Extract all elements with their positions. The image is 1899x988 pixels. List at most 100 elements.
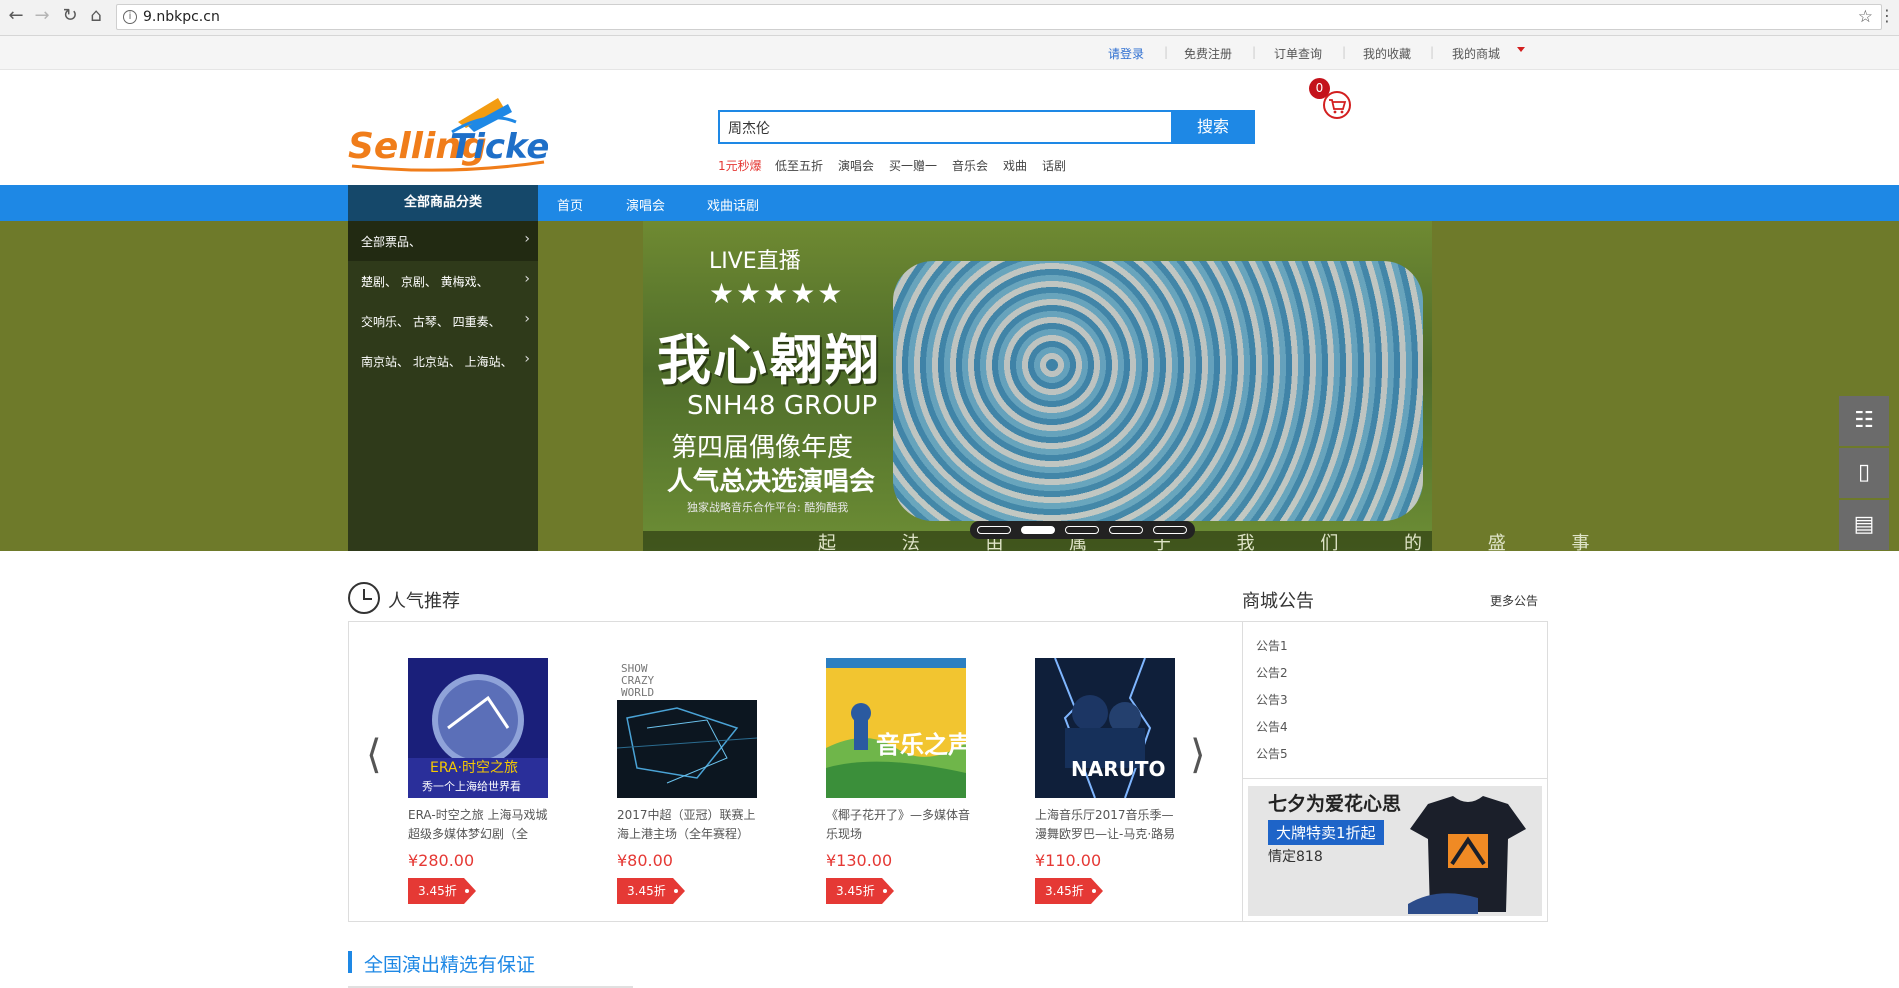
- favorites-link[interactable]: 我的收藏: [1363, 45, 1411, 62]
- product-name[interactable]: 2017中超（亚冠）联赛上海上港主场（全年赛程）: [617, 806, 767, 844]
- hotword-link[interactable]: 1元秒爆: [718, 157, 762, 174]
- login-link[interactable]: 请登录: [1108, 45, 1144, 62]
- product-image[interactable]: ERA·时空之旅 秀一个上海给世界看: [408, 658, 548, 798]
- more-notice-link[interactable]: 更多公告: [1490, 592, 1538, 609]
- address-bar[interactable]: i 9.nbkpc.cn ☆: [116, 4, 1882, 30]
- ad-badge: 大牌特卖1折起: [1268, 820, 1384, 845]
- divider: |: [1342, 45, 1347, 59]
- carousel-dot[interactable]: [1153, 526, 1187, 534]
- product-price: ¥80.00: [617, 851, 673, 870]
- mobile-icon[interactable]: ▯: [1839, 448, 1889, 498]
- forward-icon[interactable]: →: [30, 4, 54, 28]
- product-price: ¥110.00: [1035, 851, 1102, 870]
- divider: |: [1164, 45, 1169, 59]
- svg-text:ERA·时空之旅: ERA·时空之旅: [430, 760, 518, 776]
- banner-stars: ★★★★★: [709, 277, 845, 310]
- hotword-link[interactable]: 话剧: [1042, 157, 1066, 174]
- chevron-down-icon[interactable]: [1517, 47, 1525, 52]
- notice-title: 商城公告: [1242, 591, 1314, 612]
- category-menu: 全部票品、 › 楚剧、 京剧、 黄梅戏、 › 交响乐、 古琴、 四重奏、 › 南…: [348, 221, 538, 551]
- banner-slide[interactable]: LIVE直播 ★★★★★ 我心翱翔 SNH48 GROUP 第四届偶像年度 人气…: [643, 221, 1432, 551]
- site-info-icon[interactable]: i: [123, 10, 137, 24]
- chevron-left-icon[interactable]: ⟨: [366, 735, 382, 775]
- category-item[interactable]: 全部票品、 ›: [348, 221, 538, 261]
- carousel-dot[interactable]: [1065, 526, 1099, 534]
- main-nav: 首页 演唱会 戏曲话剧: [0, 185, 1899, 221]
- category-label: 楚剧、 京剧、 黄梅戏、: [361, 275, 489, 289]
- product-image[interactable]: NARUTO: [1035, 658, 1175, 798]
- hotword-link[interactable]: 演唱会: [838, 157, 874, 174]
- divider: |: [1252, 45, 1257, 59]
- my-mall-link[interactable]: 我的商城: [1452, 45, 1500, 62]
- section-accent-bar: [348, 951, 352, 973]
- banner-photo: [893, 261, 1423, 521]
- product-image[interactable]: SHOW CRAZY WORLD: [617, 658, 757, 798]
- nav-concert[interactable]: 演唱会: [626, 195, 665, 214]
- svg-text:音乐之声: 音乐之声: [876, 731, 966, 759]
- divider: |: [1430, 45, 1435, 59]
- home-icon[interactable]: ⌂: [84, 4, 108, 28]
- bookmark-star-icon[interactable]: ☆: [1858, 7, 1873, 27]
- category-label: 交响乐、 古琴、 四重奏、: [361, 315, 501, 329]
- notice-item[interactable]: 公告4: [1256, 718, 1288, 735]
- product-name[interactable]: 《椰子花开了》—多媒体音乐现场: [826, 806, 976, 844]
- svg-text:NARUTO: NARUTO: [1071, 757, 1166, 781]
- clock-icon: [348, 582, 380, 614]
- discount-tag: 3.45折: [408, 878, 476, 904]
- orders-link[interactable]: 订单查询: [1274, 45, 1322, 62]
- discount-tag: 3.45折: [826, 878, 894, 904]
- site-logo[interactable]: Selling Ticket: [348, 92, 548, 176]
- category-label: 南京站、 北京站、 上海站、: [361, 355, 513, 369]
- document-icon[interactable]: ▤: [1839, 500, 1889, 550]
- banner-group: SNH48 GROUP: [687, 391, 878, 421]
- notice-item[interactable]: 公告2: [1256, 664, 1288, 681]
- tshirt-image: [1408, 796, 1526, 914]
- svg-text:Ticket: Ticket: [450, 127, 548, 167]
- carousel-dot[interactable]: [1021, 526, 1055, 534]
- banner-line2: 人气总决选演唱会: [667, 467, 876, 497]
- qrcode-icon[interactable]: ☷: [1839, 396, 1889, 446]
- banner-line1: 第四届偶像年度: [671, 433, 854, 463]
- chevron-right-icon: ›: [524, 271, 530, 287]
- chevron-right-icon[interactable]: ⟩: [1190, 735, 1206, 775]
- svg-text:WORLD: WORLD: [621, 686, 654, 699]
- carousel-dot[interactable]: [1109, 526, 1143, 534]
- reload-icon[interactable]: ↻: [58, 4, 82, 28]
- notice-item[interactable]: 公告5: [1256, 745, 1288, 762]
- notice-item[interactable]: 公告3: [1256, 691, 1288, 708]
- promo-ad[interactable]: 七夕为爱花心思 大牌特卖1折起 情定818: [1248, 786, 1542, 916]
- product-image[interactable]: 音乐之声: [826, 658, 966, 798]
- cart-count-badge: 0: [1309, 78, 1330, 99]
- hotword-link[interactable]: 戏曲: [1003, 157, 1027, 174]
- register-link[interactable]: 免费注册: [1184, 45, 1232, 62]
- search-input[interactable]: 周杰伦: [718, 110, 1173, 144]
- carousel-dot[interactable]: [977, 526, 1011, 534]
- top-links-bar: 请登录 | 免费注册 | 订单查询 | 我的收藏 | 我的商城: [0, 36, 1899, 70]
- hotword-link[interactable]: 音乐会: [952, 157, 988, 174]
- hotword-link[interactable]: 低至五折: [775, 157, 823, 174]
- browser-toolbar: ← → ↻ ⌂ i 9.nbkpc.cn ☆ ⋮: [0, 0, 1899, 36]
- banner-live-label: LIVE直播: [709, 249, 801, 274]
- carousel-dots: [970, 521, 1195, 539]
- browser-menu-icon[interactable]: ⋮: [1879, 6, 1895, 25]
- section-title: 全国演出精选有保证: [364, 954, 536, 976]
- url-text[interactable]: 9.nbkpc.cn: [143, 9, 220, 25]
- notice-item[interactable]: 公告1: [1256, 637, 1288, 654]
- chevron-right-icon: ›: [524, 231, 530, 247]
- discount-tag: 3.45折: [617, 878, 685, 904]
- back-icon[interactable]: ←: [4, 4, 28, 28]
- category-label: 全部票品、: [361, 235, 422, 249]
- all-categories-button[interactable]: 全部商品分类: [348, 185, 538, 221]
- nav-home[interactable]: 首页: [557, 195, 583, 214]
- divider: [1242, 778, 1548, 779]
- nav-drama[interactable]: 戏曲话剧: [707, 195, 759, 214]
- category-item[interactable]: 南京站、 北京站、 上海站、 ›: [348, 341, 538, 381]
- banner-caption: 起 法 由 属 于 我 们 的 盛 事: [818, 533, 1620, 554]
- hotword-link[interactable]: 买一赠一: [889, 157, 937, 174]
- search-button[interactable]: 搜索: [1171, 110, 1255, 144]
- product-price: ¥130.00: [826, 851, 893, 870]
- product-name[interactable]: 上海音乐厅2017音乐季—漫舞欧罗巴—让-马克·路易: [1035, 806, 1185, 844]
- category-item[interactable]: 交响乐、 古琴、 四重奏、 ›: [348, 301, 538, 341]
- product-name[interactable]: ERA-时空之旅 上海马戏城超级多媒体梦幻剧（全: [408, 806, 558, 844]
- category-item[interactable]: 楚剧、 京剧、 黄梅戏、 ›: [348, 261, 538, 301]
